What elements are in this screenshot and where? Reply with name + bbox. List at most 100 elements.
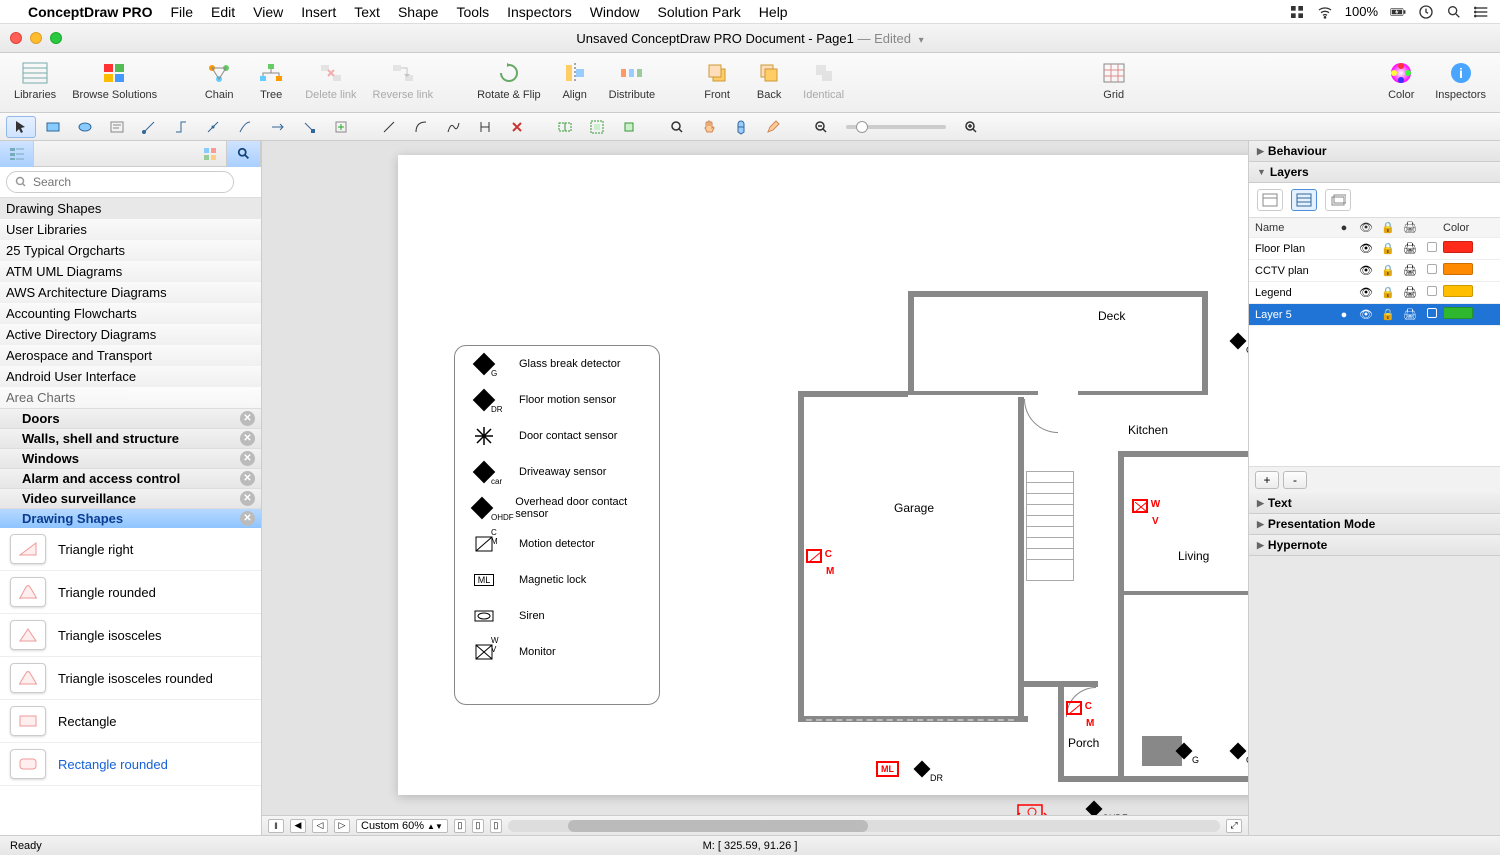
zoom-tool[interactable] bbox=[662, 116, 692, 138]
close-icon[interactable]: ✕ bbox=[240, 471, 255, 486]
cctv-icon[interactable]: ML bbox=[876, 761, 899, 777]
dimension-tool[interactable] bbox=[470, 116, 500, 138]
align-button[interactable]: Align bbox=[553, 59, 597, 103]
layers-view-3[interactable] bbox=[1325, 189, 1351, 211]
app-name[interactable]: ConceptDraw PRO bbox=[28, 4, 152, 20]
menu-view[interactable]: View bbox=[253, 4, 283, 20]
library-tab-search[interactable] bbox=[227, 141, 261, 167]
distribute-button[interactable]: Distribute bbox=[605, 59, 659, 103]
lib-cat[interactable]: Area Charts bbox=[0, 387, 261, 408]
close-icon[interactable]: ✕ bbox=[240, 491, 255, 506]
menu-insert[interactable]: Insert bbox=[301, 4, 336, 20]
rotate-flip-button[interactable]: Rotate & Flip bbox=[473, 59, 545, 103]
wifi-icon[interactable] bbox=[1317, 4, 1333, 20]
rect-tool[interactable] bbox=[38, 116, 68, 138]
layer-row[interactable]: CCTV plan👁🔒🖨 bbox=[1249, 260, 1500, 282]
text-tool[interactable] bbox=[102, 116, 132, 138]
lib-section[interactable]: Alarm and access control✕ bbox=[0, 468, 261, 488]
sensor-icon[interactable]: DR bbox=[916, 763, 941, 778]
shape-item[interactable]: Rectangle bbox=[0, 700, 261, 743]
menu-edit[interactable]: Edit bbox=[211, 4, 235, 20]
inspector-layers[interactable]: ▼Layers bbox=[1249, 162, 1500, 183]
erase-tool[interactable] bbox=[502, 116, 532, 138]
zoom-out-button[interactable] bbox=[806, 116, 836, 138]
pointer-tool[interactable] bbox=[6, 116, 36, 138]
pan-tool[interactable] bbox=[694, 116, 724, 138]
menu-text[interactable]: Text bbox=[354, 4, 380, 20]
close-icon[interactable]: ✕ bbox=[240, 511, 255, 526]
sensor-icon[interactable]: G bbox=[1232, 335, 1248, 350]
delete-link-button[interactable]: Delete link bbox=[301, 59, 360, 103]
menu-extras-icon[interactable] bbox=[1474, 4, 1490, 20]
page-tab[interactable]: ▯ bbox=[472, 819, 484, 833]
page-prev-button[interactable]: ◁ bbox=[312, 819, 328, 833]
menu-tools[interactable]: Tools bbox=[456, 4, 489, 20]
add-layer-button[interactable]: + bbox=[1255, 471, 1279, 489]
layer-row-selected[interactable]: Layer 5●👁🔒🖨 bbox=[1249, 304, 1500, 326]
lib-section[interactable]: Windows✕ bbox=[0, 448, 261, 468]
lib-cat[interactable]: Aerospace and Transport bbox=[0, 345, 261, 366]
page-next-button[interactable]: ▷ bbox=[334, 819, 350, 833]
library-tab-grid[interactable] bbox=[193, 141, 227, 167]
shape-item[interactable]: Triangle rounded bbox=[0, 571, 261, 614]
inspector-presentation[interactable]: ▶Presentation Mode bbox=[1249, 514, 1500, 535]
group-tool-3[interactable] bbox=[614, 116, 644, 138]
connector-6[interactable] bbox=[294, 116, 324, 138]
shape-item[interactable]: Triangle isosceles bbox=[0, 614, 261, 657]
connector-2[interactable] bbox=[166, 116, 196, 138]
group-tool-2[interactable] bbox=[582, 116, 612, 138]
reverse-link-button[interactable]: Reverse link bbox=[369, 59, 438, 103]
chain-button[interactable]: Chain bbox=[197, 59, 241, 103]
connector-3[interactable] bbox=[198, 116, 228, 138]
menu-help[interactable]: Help bbox=[759, 4, 788, 20]
inspectors-button[interactable]: iInspectors bbox=[1431, 59, 1490, 103]
chevron-down-icon[interactable]: ▾ bbox=[919, 35, 924, 46]
inspector-behaviour[interactable]: ▶Behaviour bbox=[1249, 141, 1500, 162]
spline-tool[interactable] bbox=[438, 116, 468, 138]
menu-solution-park[interactable]: Solution Park bbox=[658, 4, 741, 20]
zoom-icon[interactable] bbox=[50, 32, 62, 44]
minimize-icon[interactable] bbox=[30, 32, 42, 44]
connector-5[interactable] bbox=[262, 116, 292, 138]
fit-button[interactable]: ⤢ bbox=[1226, 819, 1242, 833]
page-split-button[interactable]: ‖ bbox=[268, 819, 284, 833]
close-icon[interactable] bbox=[10, 32, 22, 44]
lib-cat[interactable]: User Libraries bbox=[0, 219, 261, 240]
lib-section[interactable]: Doors✕ bbox=[0, 408, 261, 428]
line-tool[interactable] bbox=[374, 116, 404, 138]
inspector-text[interactable]: ▶Text bbox=[1249, 493, 1500, 514]
ellipse-tool[interactable] bbox=[70, 116, 100, 138]
remove-layer-button[interactable]: - bbox=[1283, 471, 1307, 489]
legend-box[interactable]: GGlass break detector DRFloor motion sen… bbox=[454, 345, 660, 705]
group-tool-1[interactable] bbox=[550, 116, 580, 138]
lib-cat[interactable]: Accounting Flowcharts bbox=[0, 303, 261, 324]
page-tab[interactable]: ▯ bbox=[454, 819, 466, 833]
library-tab-tree[interactable] bbox=[0, 141, 34, 167]
lib-section[interactable]: Video surveillance✕ bbox=[0, 488, 261, 508]
libraries-button[interactable]: Libraries bbox=[10, 59, 60, 103]
layer-row[interactable]: Floor Plan👁🔒🖨 bbox=[1249, 238, 1500, 260]
grid-button[interactable]: Grid bbox=[1092, 59, 1136, 103]
close-icon[interactable]: ✕ bbox=[240, 451, 255, 466]
lib-cat[interactable]: Active Directory Diagrams bbox=[0, 324, 261, 345]
canvas-area[interactable]: GGlass break detector DRFloor motion sen… bbox=[262, 141, 1248, 835]
connector-4[interactable] bbox=[230, 116, 260, 138]
lib-cat[interactable]: 25 Typical Orgcharts bbox=[0, 240, 261, 261]
menu-file[interactable]: File bbox=[170, 4, 193, 20]
layers-view-2[interactable] bbox=[1291, 189, 1317, 211]
connector-1[interactable] bbox=[134, 116, 164, 138]
canvas-page[interactable]: GGlass break detector DRFloor motion sen… bbox=[398, 155, 1248, 795]
inspector-hypernote[interactable]: ▶Hypernote bbox=[1249, 535, 1500, 556]
cctv-icon[interactable]: CM bbox=[1066, 701, 1094, 729]
back-button[interactable]: Back bbox=[747, 59, 791, 103]
horizontal-scrollbar[interactable] bbox=[508, 820, 1220, 832]
document-title[interactable]: Unsaved ConceptDraw PRO Document - Page1… bbox=[576, 31, 923, 46]
menu-inspectors[interactable]: Inspectors bbox=[507, 4, 572, 20]
shape-item[interactable]: Triangle right bbox=[0, 528, 261, 571]
cctv-icon[interactable]: WV bbox=[1132, 499, 1160, 527]
page-tab[interactable]: ▯ bbox=[490, 819, 502, 833]
cctv-icon[interactable]: CM bbox=[806, 549, 834, 577]
sensor-icon[interactable]: G bbox=[1232, 745, 1248, 760]
clock-icon[interactable] bbox=[1418, 4, 1434, 20]
pencil-tool[interactable] bbox=[758, 116, 788, 138]
